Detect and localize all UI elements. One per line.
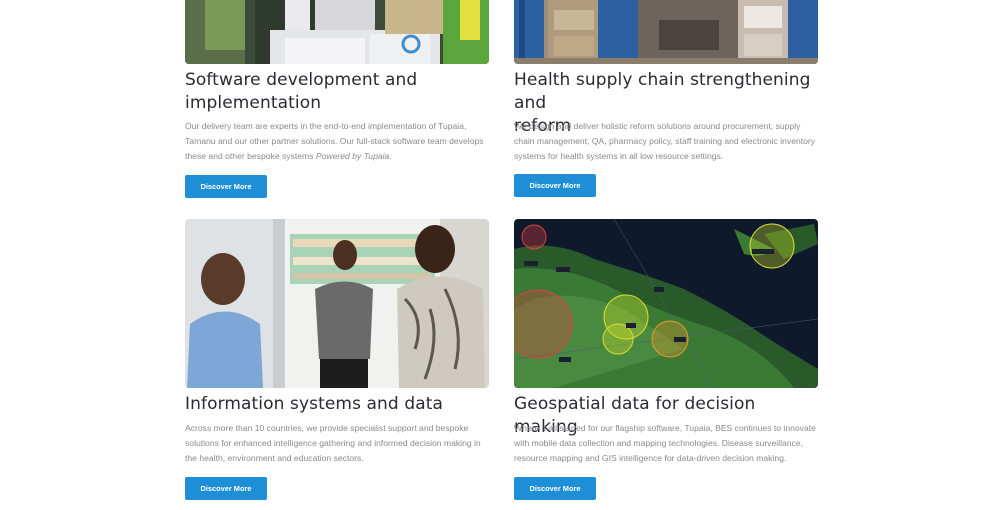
software-photo — [185, 0, 489, 64]
card-title: Software development and implementation — [185, 69, 489, 115]
discover-more-button[interactable]: Discover More — [514, 477, 596, 500]
title-line-1: Software development and — [185, 70, 418, 90]
title-line-1: Health supply chain strengthening and — [514, 70, 811, 113]
discover-more-button[interactable]: Discover More — [185, 477, 267, 500]
service-card-information-systems: Information systems and data Across more… — [185, 219, 489, 500]
description-emphasis: Powered by Tupaia. — [315, 151, 392, 161]
card-title: Information systems and data — [185, 394, 444, 414]
service-card-software: Software development and implementation … — [185, 0, 489, 198]
card-description: We design and deliver holistic reform so… — [514, 121, 816, 161]
warehouse-photo — [514, 0, 818, 64]
discover-more-button[interactable]: Discover More — [514, 174, 596, 197]
card-description: Our delivery team are experts in the end… — [185, 119, 489, 164]
map-screenshot — [514, 219, 818, 388]
card-description: Across more than 10 countries, we provid… — [185, 423, 481, 463]
service-card-supply-chain: Health supply chain strengthening and re… — [514, 0, 818, 197]
service-card-geospatial: Geospatial data for decision making Wher… — [514, 219, 818, 500]
title-line-2: implementation — [185, 93, 322, 113]
discover-more-button[interactable]: Discover More — [185, 175, 267, 198]
pharmacy-photo — [185, 219, 489, 388]
card-description: Where it all started for our flagship so… — [514, 423, 816, 463]
